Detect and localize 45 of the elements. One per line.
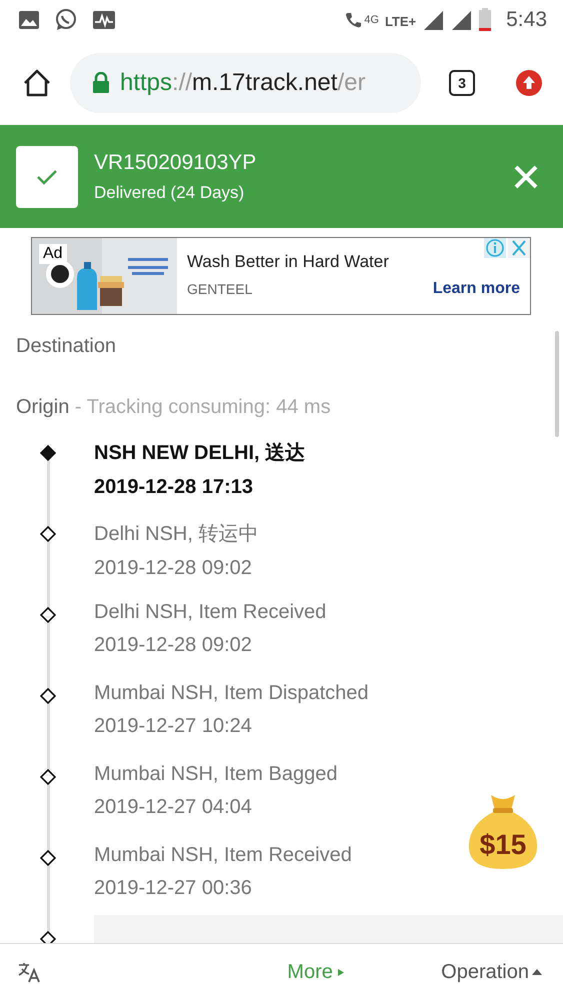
lock-icon xyxy=(92,72,110,94)
play-icon xyxy=(336,968,345,976)
check-icon xyxy=(36,168,58,184)
home-icon[interactable] xyxy=(22,68,52,98)
network-type-label: LTE+ xyxy=(384,14,416,29)
learn-more-link[interactable]: Learn more xyxy=(432,280,520,298)
tracking-time-note: - Tracking consuming: 44 ms xyxy=(74,396,331,418)
reward-amount: $15 xyxy=(478,829,528,861)
event-location: NSH NEW DELHI, 送达 xyxy=(94,441,306,466)
destination-label: Destination xyxy=(16,335,118,358)
chat-bubble-icon xyxy=(54,8,78,32)
phone-icon xyxy=(344,11,362,29)
url-text: https://m.17track.net/er xyxy=(120,68,366,96)
event-location: Delhi NSH, Item Received xyxy=(94,601,326,624)
network-label: 4G xyxy=(364,14,379,26)
event-location: Mumbai NSH, Item Bagged xyxy=(94,763,338,786)
event-time: 2019-12-28 09:02 xyxy=(94,557,253,580)
ad-badge: Ad xyxy=(39,244,67,264)
tab-count-button[interactable]: 3 xyxy=(449,70,475,96)
event-time: 2019-12-28 17:13 xyxy=(94,476,254,499)
event-time: 2019-12-27 00:36 xyxy=(94,877,253,900)
close-icon[interactable] xyxy=(513,164,539,190)
event-location: Delhi NSH, 转运中 xyxy=(94,522,258,547)
clock-time: 5:43 xyxy=(506,8,547,32)
caret-icon xyxy=(530,968,543,976)
event-time: 2019-12-28 09:02 xyxy=(94,634,253,657)
event-location: Mumbai NSH, Item Received xyxy=(94,844,352,867)
signal-icon xyxy=(450,9,472,31)
translate-icon[interactable] xyxy=(17,960,41,984)
pulse-icon xyxy=(92,10,116,30)
operation-menu[interactable]: Operation xyxy=(441,960,543,984)
signal-icon xyxy=(422,9,444,31)
upload-icon[interactable] xyxy=(515,68,543,96)
event-time: 2019-12-27 10:24 xyxy=(94,715,253,738)
ad-banner[interactable]: Ad Wash Better in Hard Water GENTEEL Learn more xyxy=(31,237,531,315)
address-bar[interactable]: https://m.17track.net/er xyxy=(70,52,421,112)
battery-icon xyxy=(478,8,492,32)
tracking-number: VR150209103YP xyxy=(94,150,258,174)
advertiser-name: GENTEEL xyxy=(187,281,252,297)
image-icon xyxy=(18,10,40,30)
event-location: Mumbai NSH, Item Dispatched xyxy=(94,682,369,705)
event-time: 2019-12-27 04:04 xyxy=(94,796,253,819)
origin-label: Origin xyxy=(16,396,70,418)
delivery-status: Delivered (24 Days) xyxy=(94,182,246,202)
ad-title: Wash Better in Hard Water xyxy=(187,252,390,272)
